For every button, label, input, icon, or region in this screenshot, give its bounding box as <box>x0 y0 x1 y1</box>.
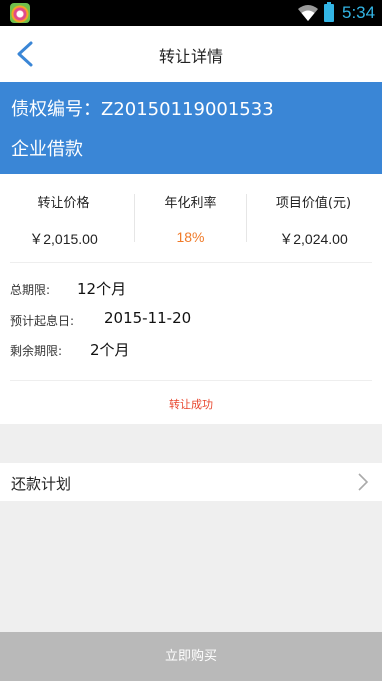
claim-header: 债权编号：Z20150119001533 企业借款 <box>0 82 382 174</box>
stat-value: ￥2,024.00 <box>279 231 348 247</box>
transfer-status: 转让成功 <box>169 398 213 411</box>
stat-label: 年化利率 <box>164 196 217 211</box>
page-title: 转让详情 <box>158 47 223 66</box>
stat-value: ￥2,015.00 <box>29 231 98 247</box>
detail-label: 预计起息日: <box>10 314 75 328</box>
detail-label: 剩余期限: <box>10 344 63 358</box>
nav-bar: 转让详情 <box>0 26 382 82</box>
stat-label: 项目价值(元) <box>275 196 352 211</box>
transfer-detail-card: 转让价格 ￥2,015.00 年化利率 18% 项目价值(元) ￥2,024.0… <box>0 174 382 424</box>
claim-type: 企业借款 <box>11 139 83 160</box>
stats-row: 转让价格 ￥2,015.00 年化利率 18% 项目价值(元) ￥2,024.0… <box>0 174 382 262</box>
divider <box>246 194 247 242</box>
stat-annual-rate: 年化利率 18% <box>127 174 254 262</box>
status-bar: 5:34 <box>0 0 382 26</box>
repayment-plan-label: 还款计划 <box>11 475 72 493</box>
divider <box>10 262 372 263</box>
status-time: 5:34 <box>342 3 376 22</box>
stat-transfer-price: 转让价格 ￥2,015.00 <box>0 174 127 262</box>
detail-value: 12个月 <box>77 280 127 298</box>
detail-value: 2015-11-20 <box>104 309 192 327</box>
claim-id: 债权编号：Z20150119001533 <box>11 99 274 120</box>
battery-icon <box>324 2 334 22</box>
stat-value: 18% <box>176 229 205 245</box>
repayment-plan-row[interactable]: 还款计划 <box>0 463 382 501</box>
wifi-icon <box>298 5 318 21</box>
stat-label: 转让价格 <box>37 196 90 211</box>
app-notification-icon <box>10 3 30 23</box>
detail-label: 总期限: <box>10 283 51 297</box>
chevron-right-icon <box>358 473 369 491</box>
buy-now-button[interactable]: 立即购买 <box>0 632 382 681</box>
divider <box>10 380 372 381</box>
stat-project-value: 项目价值(元) ￥2,024.00 <box>250 174 377 262</box>
detail-value: 2个月 <box>90 341 130 359</box>
